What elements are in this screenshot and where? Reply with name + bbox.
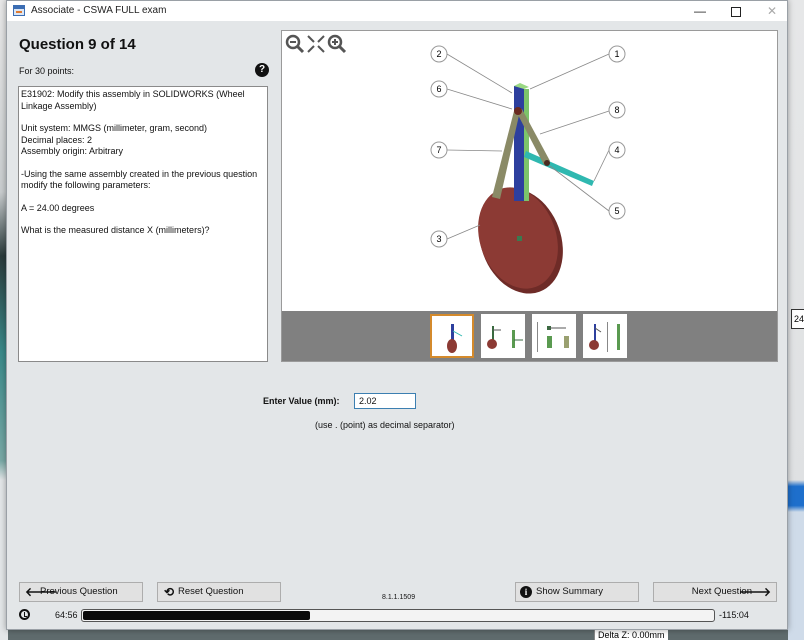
thumbnail-image: [537, 322, 569, 352]
window-title: Associate - CSWA FULL exam: [31, 5, 167, 16]
thumbnail-image: [447, 324, 463, 353]
clock-icon: [19, 609, 30, 620]
callout-label: 6: [436, 84, 441, 94]
callout-label: 5: [614, 206, 619, 216]
thumbnail-image: [589, 322, 620, 352]
assembly-drawing: 2 1 6 8 7 4 5 3: [430, 45, 626, 294]
version-label: 8.1.1.1509: [382, 594, 416, 601]
answer-label: Enter Value (mm):: [263, 396, 340, 406]
arm: [524, 151, 594, 186]
callout-label: 7: [436, 145, 441, 155]
image-viewer[interactable]: 2 1 6 8 7 4 5 3: [281, 30, 778, 362]
minimize-button[interactable]: —: [683, 1, 717, 21]
thumbnail-2[interactable]: [481, 314, 525, 358]
maximize-button[interactable]: [719, 1, 753, 21]
background-status-text: Delta Z: 0.00mm: [594, 630, 668, 640]
question-points: For 30 points:: [19, 66, 75, 76]
question-paragraph: What is the measured distance X (millime…: [21, 225, 210, 235]
info-icon: i: [520, 586, 532, 598]
callout-label: 4: [614, 145, 619, 155]
pivot-arm: [544, 160, 550, 166]
pivot-top: [514, 107, 522, 115]
question-title: Question 9 of 14: [19, 36, 136, 53]
time-elapsed: 64:56: [55, 610, 78, 620]
thumbnail-3[interactable]: [532, 314, 576, 358]
answer-hint: (use . (point) as decimal separator): [315, 420, 455, 430]
question-paragraph: Unit system: MMGS (millimeter, gram, sec…: [21, 123, 265, 158]
exam-window: Associate - CSWA FULL exam — ✕ Question …: [6, 0, 788, 630]
time-progress-fill: [83, 611, 310, 620]
callout-label: 8: [614, 105, 619, 115]
time-progress-bar: [81, 609, 715, 622]
reset-icon: ⟲: [164, 585, 175, 599]
callout-label: 2: [436, 49, 441, 59]
callout-label: 1: [614, 49, 619, 59]
wheel-hub: [517, 236, 522, 241]
thumbnail-4[interactable]: [583, 314, 627, 358]
help-icon[interactable]: ?: [255, 63, 269, 77]
show-summary-label: Show Summary: [536, 586, 604, 597]
thumbnail-1[interactable]: [430, 314, 474, 358]
next-question-button[interactable]: Next Question 🡒: [653, 582, 777, 602]
callout-label: 3: [436, 234, 441, 244]
thumbnail-strip: [282, 311, 777, 361]
question-paragraph: E31902: Modify this assembly in SOLIDWOR…: [21, 89, 245, 111]
question-paragraph: A = 24.00 degrees: [21, 202, 95, 213]
reset-question-button[interactable]: ⟲ Reset Question: [157, 582, 281, 602]
app-icon: [13, 5, 25, 16]
previous-question-label: Previous Question: [40, 586, 118, 597]
show-summary-button[interactable]: i Show Summary: [515, 582, 639, 602]
decimal-places-line: Decimal places: 2: [21, 134, 93, 145]
background-field: 24: [791, 309, 804, 329]
previous-question-button[interactable]: 🡐 Previous Question: [19, 582, 143, 602]
column: [514, 86, 524, 201]
thumbnail-image: [487, 326, 523, 349]
title-bar: Associate - CSWA FULL exam — ✕: [7, 1, 787, 21]
close-button[interactable]: ✕: [755, 1, 789, 21]
column-side: [524, 89, 529, 201]
maximize-icon: [731, 6, 741, 17]
reset-question-label: Reset Question: [178, 586, 244, 597]
answer-input[interactable]: [354, 393, 416, 409]
assembly-origin-line: Assembly origin: Arbitrary: [21, 146, 124, 156]
time-remaining: -115:04: [719, 610, 749, 620]
question-paragraph: -Using the same assembly created in the …: [21, 168, 258, 191]
unit-system-line: Unit system: MMGS (millimeter, gram, sec…: [21, 123, 208, 133]
arrow-right-icon: 🡒: [738, 585, 771, 599]
question-text-box[interactable]: E31902: Modify this assembly in SOLIDWOR…: [18, 86, 268, 362]
